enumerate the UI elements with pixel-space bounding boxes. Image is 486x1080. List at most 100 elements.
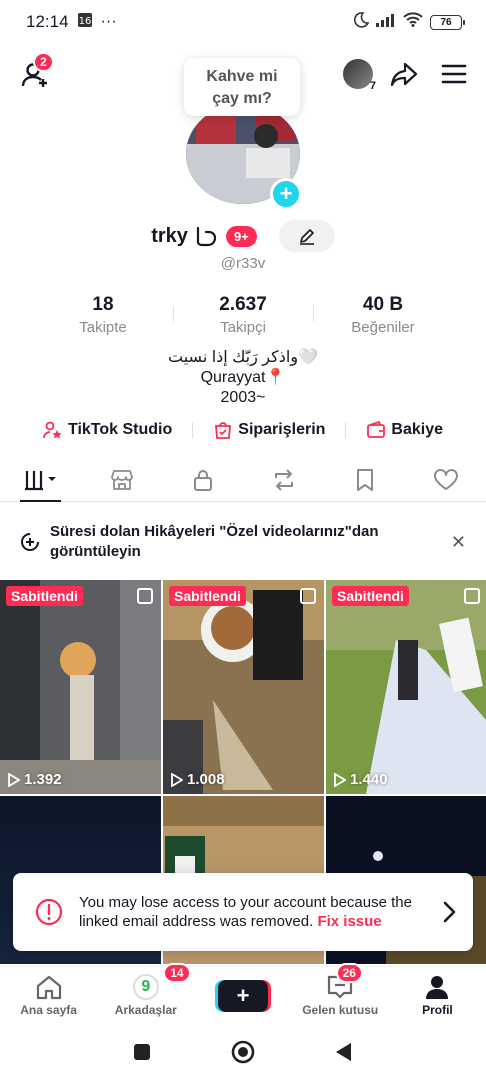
handwave-icon: [196, 226, 217, 247]
nav-inbox[interactable]: 26 Gelen kutusu: [292, 963, 389, 1024]
fix-issue-link[interactable]: Fix issue: [317, 913, 381, 930]
view-count-value: 1.392: [24, 771, 62, 788]
lock-icon: [193, 469, 212, 491]
shopping-bag-icon: [215, 422, 232, 439]
expired-stories-banner[interactable]: Süresi dolan Hikâyeleri "Özel videoların…: [0, 518, 486, 566]
studio-star-icon: [43, 421, 62, 439]
friends-badge: 14: [163, 963, 191, 983]
heart-icon: [433, 468, 458, 490]
story-count: 7: [369, 80, 376, 92]
profile-name-row: trky 9+: [0, 218, 486, 254]
status-bar: 12:14 16 ··· 76: [0, 0, 486, 44]
edit-profile-button[interactable]: [278, 220, 335, 252]
following-count: 18: [92, 294, 114, 315]
status-note-bubble[interactable]: Kahve mi çay mı?: [184, 58, 300, 116]
warning-icon: [35, 898, 63, 926]
hamburger-menu-icon: [441, 64, 467, 84]
nav-friends-label: Arkadaşlar: [114, 1003, 177, 1017]
nav-friends[interactable]: 9 14 Arkadaşlar: [97, 963, 194, 1024]
profile-content-tabs: [0, 458, 486, 502]
bookmark-icon: [356, 468, 373, 491]
video-thumbnail-image: [0, 580, 161, 794]
following-stat[interactable]: 18 Takipte: [33, 294, 173, 336]
photo-carousel-icon: [464, 588, 480, 604]
followers-count: 2.637: [219, 294, 267, 315]
photo-carousel-icon: [137, 588, 153, 604]
moon-icon: [353, 11, 370, 33]
account-warning-text: You may lose access to your account beca…: [79, 893, 441, 931]
followers-label: Takipçi: [220, 319, 266, 336]
photo-carousel-icon: [300, 588, 316, 604]
video-thumbnail[interactable]: Sabitlendi 1.440: [326, 580, 486, 794]
nav-home[interactable]: Ana sayfa: [0, 967, 97, 1024]
likes-count: 40 B: [362, 294, 404, 315]
video-thumbnail[interactable]: Sabitlendi 1.008: [163, 580, 324, 794]
story-avatar-button[interactable]: 7: [340, 56, 376, 92]
story-avatar: [343, 59, 373, 89]
add-friends-badge: 2: [33, 52, 54, 72]
share-button[interactable]: [388, 58, 420, 90]
tiktok-studio-link[interactable]: TikTok Studio: [43, 420, 172, 440]
back-icon[interactable]: [335, 1042, 353, 1062]
link-divider: [192, 422, 194, 438]
view-count: 1.008: [171, 771, 225, 788]
view-count: 1.392: [8, 771, 62, 788]
video-thumbnail[interactable]: Sabitlendi 1.392: [0, 580, 161, 794]
tab-favorites[interactable]: [324, 458, 405, 501]
friends-avatar-icon: 9: [132, 974, 159, 1000]
play-icon: [8, 772, 20, 787]
add-friends-button[interactable]: 2: [18, 52, 54, 92]
pencil-icon: [299, 229, 314, 245]
video-thumbnail-image: [163, 580, 324, 794]
nav-profile[interactable]: Profil: [389, 967, 486, 1024]
balance-link[interactable]: Bakiye: [366, 420, 443, 440]
view-count-value: 1.008: [187, 771, 225, 788]
pinned-badge: Sabitlendi: [169, 586, 246, 606]
orders-label: Siparişlerin: [238, 421, 326, 438]
tab-reposts[interactable]: [243, 458, 324, 501]
tab-liked[interactable]: [405, 458, 486, 501]
videos-grid-icon: [24, 470, 56, 490]
recent-apps-icon[interactable]: [133, 1043, 151, 1061]
nav-home-label: Ana sayfa: [20, 1003, 77, 1017]
close-icon[interactable]: ✕: [451, 532, 466, 553]
notification-count-badge: 9+: [225, 225, 257, 247]
svg-text:16: 16: [78, 16, 91, 27]
add-story-button[interactable]: +: [270, 178, 302, 210]
bio-line-2: Qurayyat📍: [200, 369, 286, 386]
account-warning-card[interactable]: You may lose access to your account beca…: [13, 873, 473, 951]
home-circle-icon[interactable]: [231, 1040, 255, 1064]
orders-link[interactable]: Siparişlerin: [213, 420, 325, 440]
tab-shop[interactable]: [81, 458, 162, 501]
likes-stat[interactable]: 40 B Beğeniler: [313, 294, 453, 336]
bio-line-3: 2003~: [220, 389, 266, 406]
note-line-2: çay mı?: [212, 90, 272, 107]
status-time: 12:14: [26, 12, 69, 31]
home-icon: [36, 975, 61, 1000]
profile-handle: @r33v: [220, 255, 266, 272]
pinned-badge: Sabitlendi: [332, 586, 409, 606]
menu-button[interactable]: [438, 58, 470, 90]
tab-videos[interactable]: [0, 458, 81, 502]
tab-private[interactable]: [162, 458, 243, 501]
story-add-icon: [21, 533, 39, 551]
nav-profile-label: Profil: [422, 1003, 453, 1017]
bio-line-1: واذكر رَبّك إذا نسيت🤍: [168, 349, 318, 366]
following-label: Takipte: [79, 319, 127, 336]
followers-stat[interactable]: 2.637 Takipçi: [173, 294, 313, 336]
inbox-badge: 26: [335, 963, 363, 983]
profile-icon: [426, 976, 449, 999]
link-divider: [345, 422, 347, 438]
repost-icon: [274, 468, 293, 491]
system-navigation-bar: [0, 1024, 486, 1080]
status-more-dots: ···: [100, 13, 117, 30]
signal-icon: [376, 13, 396, 32]
profile-links: TikTok Studio Siparişlerin Bakiye: [0, 420, 486, 440]
balance-label: Bakiye: [391, 421, 444, 438]
video-thumbnail-image: [326, 580, 486, 794]
wifi-icon: [403, 12, 423, 32]
nav-create[interactable]: +: [194, 967, 291, 1024]
profile-bio: واذكر رَبّك إذا نسيت🤍 Qurayyat📍 2003~: [0, 348, 486, 408]
view-count-value: 1.440: [350, 771, 388, 788]
tiktok-studio-label: TikTok Studio: [67, 421, 173, 438]
